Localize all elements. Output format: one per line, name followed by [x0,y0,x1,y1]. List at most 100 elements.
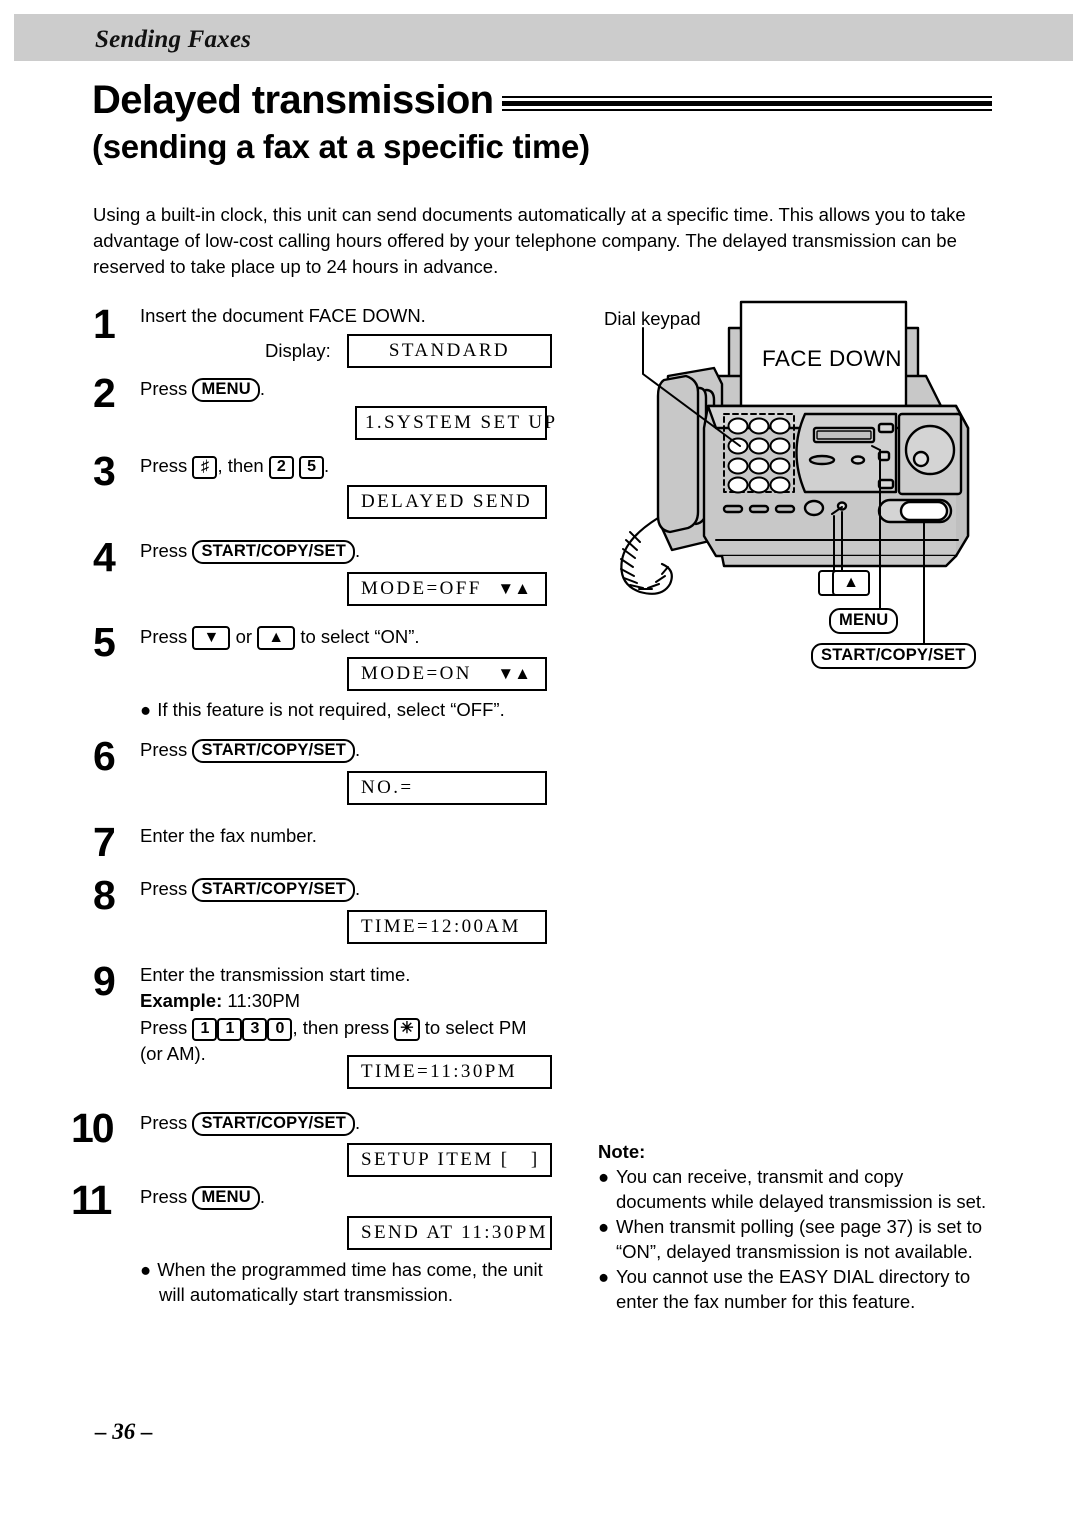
step-number-8: 8 [93,872,116,918]
note-list: ● You can receive, transmit and copy docu… [598,1165,998,1314]
press-word-8: Press [140,878,188,899]
period-8: . [355,878,361,899]
lcd-text-3: DELAYED SEND [361,491,533,512]
lcd-text-8: TIME=11:30PM [361,1061,517,1082]
period-2: . [259,378,265,399]
face-down-label: FACE DOWN [762,346,902,371]
display-label: Display: [265,340,331,361]
step-number-4: 4 [93,534,116,580]
period-6: . [355,739,361,760]
start-copy-set-key-chip-6[interactable]: START/COPY/SET [192,739,356,763]
steps-column: 1 Insert the document FACE DOWN. Display… [0,0,600,1350]
step-text-9-line1: Enter the transmission start time. [140,964,411,985]
step-text-3: Press ♯, then 2 5. [140,453,329,479]
hash-key-chip[interactable]: ♯ [192,456,218,479]
start-copy-set-key-chip-4[interactable]: START/COPY/SET [192,540,356,564]
digit-key-1b[interactable]: 1 [217,1018,243,1041]
press-word-11: Press [140,1186,188,1207]
step-text-2: Press MENU. [140,376,265,402]
press-word-10: Press [140,1112,188,1133]
callout-start-copy-set-label: START/COPY/SET [811,643,976,669]
step-number-9: 9 [93,958,116,1004]
digit-key-1a[interactable]: 1 [192,1018,218,1041]
lcd-text-6: NO.= [361,777,414,798]
digit-key-5[interactable]: 5 [299,456,325,479]
note-item: ● You can receive, transmit and copy docu… [598,1165,998,1214]
callout-menu-label: MENU [829,608,899,634]
lcd-display-3: DELAYED SEND [347,485,547,519]
lcd-display-5: MODE=ON ▼▲ [347,657,547,691]
press-word-3: Press [140,455,188,476]
note-item: ● You cannot use the EASY DIAL directory … [598,1265,998,1314]
period-10: . [355,1112,361,1133]
lcd-display-2: 1.SYSTEM SET UP [355,406,555,440]
fax-machine-illustration: Dial keypad FACE DOWN ▼ ▲ MENU START/COP… [596,288,1036,678]
star-key-chip[interactable]: ✳ [394,1018,420,1041]
lcd-text-5: MODE=ON [361,663,472,684]
or-word-5: or [235,626,253,647]
lcd-display-10: SEND AT 11:30PM [347,1216,552,1250]
lcd-arrows-5: ▼▲ [497,664,531,683]
step-text-8: Press START/COPY/SET. [140,876,360,902]
arrow-down-key-chip[interactable]: ▼ [192,626,231,650]
example-value: 11:30PM [227,990,301,1011]
step-number-7: 7 [93,819,116,865]
step-number-11: 11 [71,1177,112,1223]
lcd-text-10: SEND AT 11:30PM [361,1222,548,1243]
page-number: – 36 – [95,1419,153,1444]
lcd-display-7: TIME=12:00AM [347,910,547,944]
step-text-5: Press ▼ or ▲ to select “ON”. [140,624,420,650]
start-copy-set-key-chip-10[interactable]: START/COPY/SET [192,1112,356,1136]
bullet-dot-icon: ● [598,1166,610,1187]
press-word-6: Press [140,739,188,760]
note-item: ● When transmit polling (see page 37) is … [598,1215,998,1264]
callout-arrow-up-icon: ▲ [832,570,870,596]
digit-key-2[interactable]: 2 [268,456,294,479]
step-11-bullet-cont: will automatically start transmission. [159,1282,579,1307]
note-item-text: When transmit polling (see page 37) is s… [616,1216,983,1262]
note-item-text: You can receive, transmit and copy docum… [616,1166,987,1212]
bullet-dot-icon: ● [140,1259,152,1280]
menu-key-chip-11[interactable]: MENU [192,1186,260,1210]
step-9-tail: to select PM [424,1017,527,1038]
step-text-1: Insert the document FACE DOWN. [140,305,426,326]
note-heading: Note: [598,1141,646,1162]
step-text-6: Press START/COPY/SET. [140,737,360,763]
press-word-2: Press [140,378,188,399]
step-text-9-example: Example: 11:30PM [140,988,300,1013]
bullet-dot-icon: ● [140,699,152,720]
lcd-display-8: TIME=11:30PM [347,1055,552,1089]
step-11-bullet: ● When the programmed time has come, the … [140,1257,560,1282]
menu-key-chip-2[interactable]: MENU [192,378,260,402]
step-number-5: 5 [93,619,116,665]
step-number-2: 2 [93,370,116,416]
step-text-7: Enter the fax number. [140,825,317,846]
press-word-9: Press [140,1017,188,1038]
step-11-bullet-line2: will automatically start transmission. [159,1284,454,1305]
arrow-up-key-chip[interactable]: ▲ [257,626,296,650]
lcd-display-1: STANDARD [347,334,552,368]
press-word-5: Press [140,626,188,647]
then-word-3: , then [217,455,264,476]
step-11-bullet-line1: When the programmed time has come, the u… [157,1259,543,1280]
step-text-10: Press START/COPY/SET. [140,1110,360,1136]
lcd-text-4: MODE=OFF [361,578,482,599]
period-4: . [355,540,361,561]
digit-key-3[interactable]: 3 [242,1018,268,1041]
start-copy-set-key-chip-8[interactable]: START/COPY/SET [192,878,356,902]
bullet-dot-icon: ● [598,1266,610,1287]
lcd-display-9: SETUP ITEM [ ] [347,1143,552,1177]
step-text-11: Press MENU. [140,1184,265,1210]
press-word-4: Press [140,540,188,561]
step-5-bullet-text: If this feature is not required, select … [157,699,505,720]
lcd-arrows-4: ▼▲ [497,579,531,598]
step-5-tail: to select “ON”. [300,626,420,647]
example-label: Example: [140,990,223,1011]
dial-keypad-label: Dial keypad [604,308,701,329]
digit-key-0[interactable]: 0 [267,1018,293,1041]
step-number-10: 10 [71,1105,115,1151]
period-3: . [324,455,330,476]
lcd-display-6: NO.= [347,771,547,805]
step-text-4: Press START/COPY/SET. [140,538,360,564]
step-number-3: 3 [93,448,116,494]
